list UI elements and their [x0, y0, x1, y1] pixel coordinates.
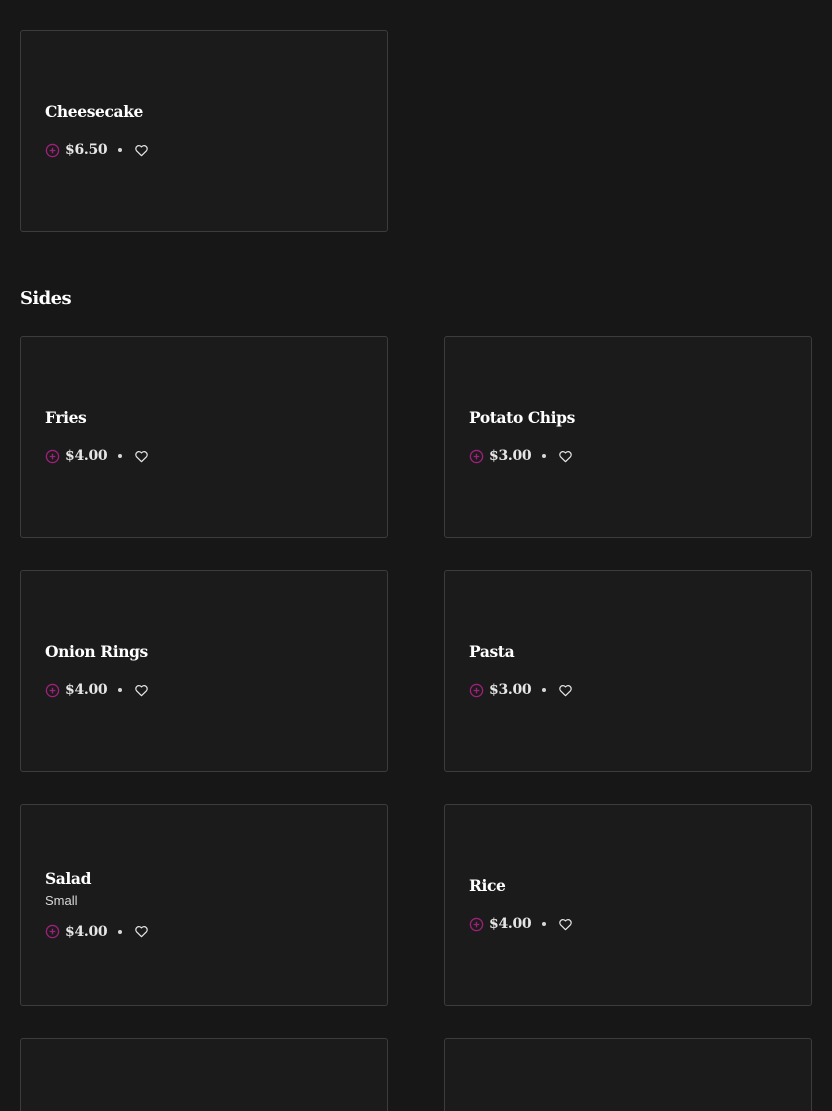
separator-dot	[118, 454, 123, 458]
menu-item-content: Onion Rings $4.00	[45, 571, 363, 771]
section-title-sides: Sides	[20, 288, 72, 309]
item-name: Pasta	[469, 642, 515, 661]
item-name: Rice	[469, 876, 506, 895]
menu-item-card[interactable]: Fries $4.00	[20, 336, 388, 538]
heart-outline-icon[interactable]	[134, 683, 149, 698]
separator-dot	[542, 688, 547, 692]
heart-outline-icon[interactable]	[558, 449, 573, 464]
menu-item-card[interactable]	[444, 1038, 812, 1111]
menu-item-content: Salad Small $4.00	[45, 805, 363, 1005]
menu-item-card[interactable]: Cheesecake $6.50	[20, 30, 388, 232]
heart-outline-icon[interactable]	[134, 924, 149, 939]
plus-circle-icon[interactable]	[469, 917, 484, 932]
item-description: Small	[45, 892, 78, 908]
heart-outline-icon[interactable]	[134, 449, 149, 464]
menu-item-content: Pasta $3.00	[469, 571, 787, 771]
item-name: Salad	[45, 868, 92, 888]
price-row: $4.00	[45, 446, 363, 466]
separator-dot	[118, 688, 123, 692]
heart-outline-icon[interactable]	[558, 917, 573, 932]
price-row: $4.00	[45, 680, 363, 700]
separator-dot	[542, 922, 547, 926]
item-name: Cheesecake	[45, 102, 143, 121]
menu-item-card[interactable]	[20, 1038, 388, 1111]
plus-circle-icon[interactable]	[45, 924, 60, 939]
plus-circle-icon[interactable]	[45, 449, 60, 464]
price-row: $3.00	[469, 446, 787, 466]
plus-circle-icon[interactable]	[45, 143, 60, 158]
item-price: $6.50	[65, 142, 108, 158]
menu-item-card[interactable]: Salad Small $4.00	[20, 804, 388, 1006]
menu-item-content: Rice $4.00	[469, 805, 787, 1005]
heart-outline-icon[interactable]	[558, 683, 573, 698]
price-row: $6.50	[45, 140, 363, 160]
item-name: Potato Chips	[469, 408, 575, 427]
plus-circle-icon[interactable]	[469, 683, 484, 698]
item-name: Fries	[45, 408, 87, 427]
item-price: $4.00	[489, 916, 532, 932]
separator-dot	[542, 454, 547, 458]
menu-item-card[interactable]: Pasta $3.00	[444, 570, 812, 772]
item-price: $3.00	[489, 682, 532, 698]
menu-item-card[interactable]: Rice $4.00	[444, 804, 812, 1006]
separator-dot	[118, 929, 123, 934]
heart-outline-icon[interactable]	[134, 143, 149, 158]
plus-circle-icon[interactable]	[469, 449, 484, 464]
item-price: $4.00	[65, 923, 108, 940]
item-price: $4.00	[65, 448, 108, 464]
price-row: $3.00	[469, 680, 787, 700]
menu-item-content: Fries $4.00	[45, 337, 363, 537]
price-row: $4.00	[45, 922, 363, 942]
item-price: $3.00	[489, 448, 532, 464]
menu-item-card[interactable]: Onion Rings $4.00	[20, 570, 388, 772]
item-name: Onion Rings	[45, 642, 148, 661]
price-row: $4.00	[469, 914, 787, 934]
plus-circle-icon[interactable]	[45, 683, 60, 698]
menu-item-content: Cheesecake $6.50	[45, 31, 363, 231]
separator-dot	[118, 148, 123, 152]
item-price: $4.00	[65, 682, 108, 698]
menu-item-card[interactable]: Potato Chips $3.00	[444, 336, 812, 538]
menu-item-content: Potato Chips $3.00	[469, 337, 787, 537]
